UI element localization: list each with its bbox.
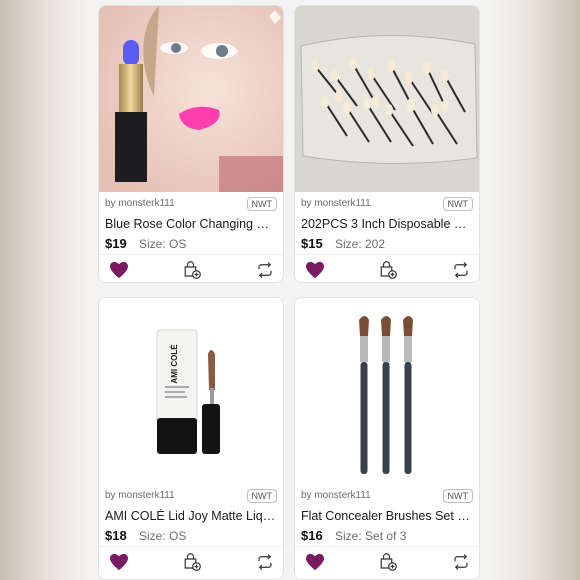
product-card[interactable]: by monsterk111 NWT 202PCS 3 Inch Disposa… (294, 5, 480, 283)
heart-icon[interactable] (305, 261, 325, 279)
ami-cole-tube-photo: AMI COLÉ (99, 298, 283, 484)
seller-name[interactable]: by monsterk111 (301, 198, 371, 209)
product-price: $18 (105, 528, 127, 543)
seller-name[interactable]: by monsterk111 (301, 490, 371, 501)
product-size: Size: OS (139, 237, 187, 251)
product-size: Size: 202 (335, 237, 386, 251)
product-card[interactable]: by monsterk111 NWT Flat Concealer Brushe… (294, 297, 480, 580)
product-image[interactable] (295, 6, 479, 192)
concealer-brushes-photo (295, 298, 479, 484)
action-bar (99, 546, 283, 576)
action-bar (295, 254, 479, 282)
condition-badge: NWT (442, 197, 473, 211)
product-image[interactable] (295, 298, 479, 484)
bag-plus-icon[interactable] (182, 261, 202, 279)
product-title[interactable]: AMI COLÉ Lid Joy Matte Liqui... (105, 509, 277, 523)
listing-grid: by monsterk111 NWT Blue Rose Color Chang… (92, 0, 488, 580)
product-price: $16 (301, 528, 323, 543)
product-image[interactable] (99, 6, 283, 192)
seller-name[interactable]: by monsterk111 (105, 490, 175, 501)
condition-badge: NWT (442, 489, 473, 503)
product-card[interactable]: by monsterk111 NWT Blue Rose Color Chang… (98, 5, 284, 283)
heart-icon[interactable] (305, 553, 325, 571)
share-icon[interactable] (451, 553, 471, 571)
share-icon[interactable] (451, 261, 471, 279)
share-icon[interactable] (255, 261, 275, 279)
bag-plus-icon[interactable] (378, 261, 398, 279)
product-image[interactable]: AMI COLÉ (99, 298, 283, 484)
heart-icon[interactable] (109, 553, 129, 571)
action-bar (295, 546, 479, 576)
bag-plus-icon[interactable] (182, 553, 202, 571)
blue-lipstick-model-photo (99, 6, 283, 192)
share-icon[interactable] (255, 553, 275, 571)
heart-icon[interactable] (109, 261, 129, 279)
product-card[interactable]: AMI COLÉ by monsterk111 NWT AMI COLÉ Lid… (98, 297, 284, 580)
background-right (488, 0, 580, 580)
applicators-in-bag-photo (295, 6, 479, 192)
product-price: $19 (105, 236, 127, 251)
product-title[interactable]: Flat Concealer Brushes Set Pr... (301, 509, 473, 523)
product-price: $15 (301, 236, 323, 251)
condition-badge: NWT (246, 489, 277, 503)
product-size: Size: Set of 3 (335, 529, 407, 543)
product-title[interactable]: Blue Rose Color Changing Ma... (105, 217, 277, 231)
brand-text: AMI COLÉ (170, 344, 179, 384)
background-left (0, 0, 92, 580)
seller-name[interactable]: by monsterk111 (105, 198, 175, 209)
condition-badge: NWT (246, 197, 277, 211)
product-size: Size: OS (139, 529, 187, 543)
product-title[interactable]: 202PCS 3 Inch Disposable Eye... (301, 217, 473, 231)
action-bar (99, 254, 283, 282)
bag-plus-icon[interactable] (378, 553, 398, 571)
